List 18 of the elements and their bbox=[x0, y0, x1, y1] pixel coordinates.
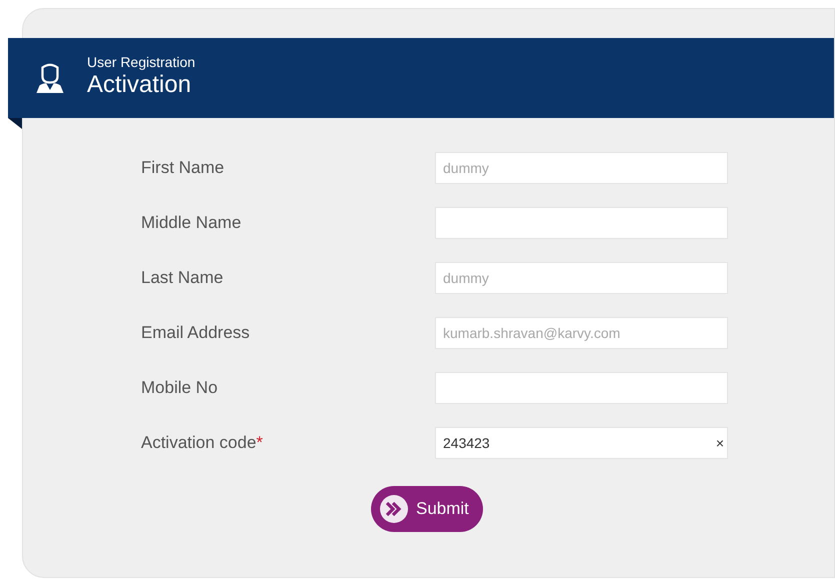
input-field[interactable]: kumarb.shravan@karvy.com bbox=[435, 317, 728, 349]
field-label: Last Name bbox=[141, 268, 224, 288]
submit-button[interactable]: Submit bbox=[371, 486, 483, 532]
field-label: Mobile No bbox=[141, 378, 219, 398]
clear-button[interactable]: × bbox=[716, 435, 724, 451]
double-chevron-icon bbox=[380, 495, 408, 523]
header-title: Activation bbox=[87, 71, 192, 99]
field-label: Email Address bbox=[141, 323, 251, 343]
user-icon bbox=[35, 61, 65, 95]
field-label: Activation code* bbox=[141, 433, 264, 453]
input-field[interactable]: dummy bbox=[435, 152, 728, 184]
input-field[interactable] bbox=[435, 372, 728, 404]
field-label: Middle Name bbox=[141, 213, 242, 233]
header-subtitle: User Registration bbox=[87, 53, 196, 71]
field-label: First Name bbox=[141, 158, 226, 178]
ribbon-fold bbox=[8, 118, 22, 129]
input-field[interactable] bbox=[435, 207, 728, 239]
input-field[interactable]: dummy bbox=[435, 262, 728, 294]
